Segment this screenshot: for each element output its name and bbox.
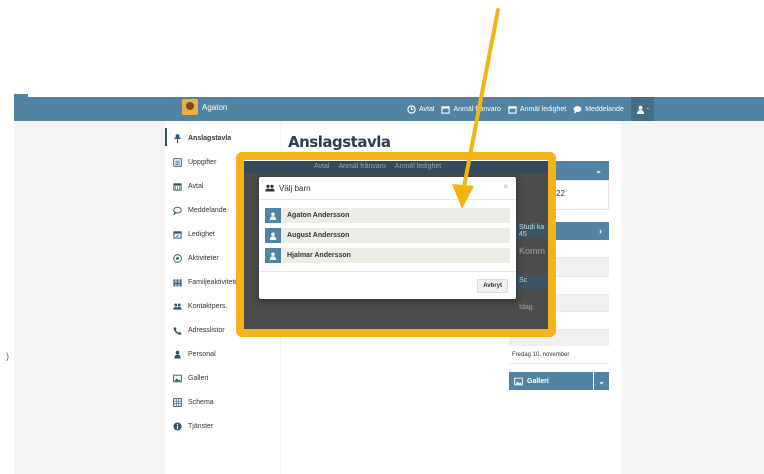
edge-glyph: ) <box>6 351 9 361</box>
app-root: Agaton Avtal Anmäl frånvaro Anmäl ledigh… <box>0 0 764 474</box>
annotation-arrow <box>452 8 500 209</box>
